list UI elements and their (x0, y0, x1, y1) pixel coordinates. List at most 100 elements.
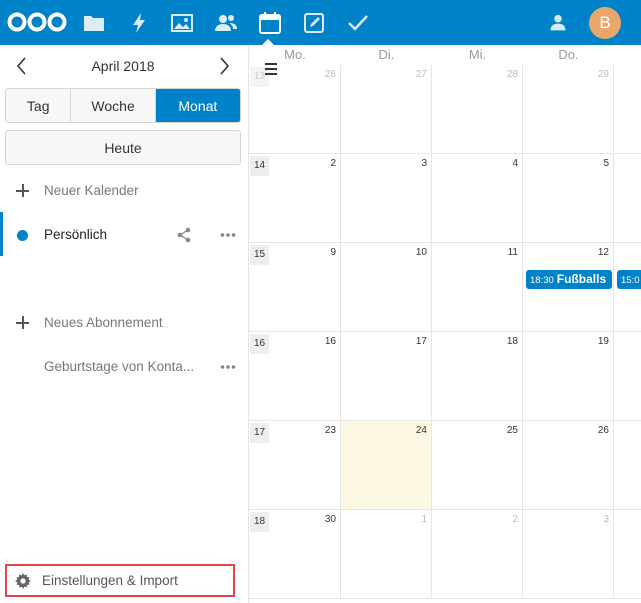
plus-icon (16, 184, 29, 197)
day-cell[interactable]: 2 14 (249, 154, 341, 243)
day-cell[interactable]: 19 (523, 332, 614, 421)
calendar-color-dot[interactable] (17, 230, 28, 241)
day-cell[interactable]: 26 13 (249, 65, 341, 154)
weekday-header: Mi. (468, 47, 487, 62)
new-calendar-button[interactable]: Neuer Kalender (0, 177, 249, 205)
day-number: 26 (597, 425, 609, 436)
contacts-menu-icon[interactable] (548, 12, 568, 32)
day-number: 11 (507, 247, 518, 258)
day-number: 10 (415, 247, 427, 258)
new-subscription-button[interactable]: Neues Abonnement (0, 309, 249, 337)
settings-label: Einstellungen & Import (42, 573, 178, 588)
day-cell[interactable]: 30 18 (249, 510, 341, 599)
files-icon[interactable] (82, 11, 106, 35)
week-number: 16 (250, 334, 269, 354)
next-month-icon[interactable] (214, 55, 234, 77)
tasks-icon[interactable] (346, 11, 370, 35)
month-view: Mo. Di. Mi. Do. 26 13 27 28 29 2 14 3 4 5 9 15 10 11 12 16… (249, 45, 641, 603)
birthday-calendar-label: Geburtstage von Konta... (44, 359, 195, 374)
day-cell[interactable]: 29 (523, 65, 614, 154)
more-options-icon[interactable] (220, 229, 236, 241)
calendar-list-item[interactable]: Persönlich (0, 221, 249, 249)
previous-month-icon[interactable] (12, 55, 32, 77)
day-cell[interactable] (614, 65, 641, 154)
week-number: 18 (250, 512, 269, 532)
activity-icon[interactable] (127, 11, 151, 35)
birthday-calendar-item[interactable]: Geburtstage von Konta... (0, 353, 249, 381)
nextcloud-logo[interactable] (6, 9, 68, 35)
day-cell[interactable]: 2 (432, 510, 523, 599)
day-number: 24 (415, 425, 427, 436)
day-number: 12 (597, 247, 609, 258)
day-cell[interactable]: 27 (341, 65, 432, 154)
day-number: 5 (603, 158, 609, 169)
day-number: 19 (597, 336, 609, 347)
day-number: 3 (603, 514, 609, 525)
day-number: 26 (324, 69, 336, 80)
day-cell[interactable] (614, 332, 641, 421)
day-number: 29 (597, 69, 609, 80)
day-number: 16 (324, 336, 336, 347)
calendar-icon[interactable] (258, 11, 282, 35)
day-number: 18 (506, 336, 518, 347)
day-cell[interactable]: 1 (341, 510, 432, 599)
day-cell[interactable] (614, 154, 641, 243)
month-navigation: April 2018 (0, 53, 249, 79)
day-cell[interactable]: 16 16 (249, 332, 341, 421)
view-day-button[interactable]: Tag (6, 89, 72, 122)
day-number: 28 (506, 69, 518, 80)
app-navigation: April 2018 Tag Woche Monat Heute Neuer K… (0, 45, 249, 603)
weekday-header: Di. (378, 47, 395, 62)
week-number: 14 (250, 156, 269, 176)
day-cell[interactable]: 3 (523, 510, 614, 599)
menu-toggle-icon[interactable] (265, 63, 277, 75)
day-number: 27 (415, 69, 427, 80)
day-number: 30 (324, 514, 336, 525)
day-number: 1 (421, 514, 427, 525)
plus-icon (16, 316, 29, 329)
day-cell[interactable]: 18 (432, 332, 523, 421)
day-number: 4 (512, 158, 518, 169)
current-month-label[interactable]: April 2018 (60, 58, 186, 74)
day-cell[interactable]: 4 (432, 154, 523, 243)
day-cell[interactable]: 11 (432, 243, 523, 332)
new-subscription-label: Neues Abonnement (44, 315, 163, 330)
view-month-button[interactable]: Monat (155, 89, 240, 122)
event-time: 15:0 (621, 275, 640, 286)
day-number: 25 (506, 425, 518, 436)
notes-icon[interactable] (302, 11, 326, 35)
contacts-icon[interactable] (214, 11, 238, 35)
day-cell[interactable]: 24 (341, 421, 432, 510)
calendar-event[interactable]: 18:30 Fußballs (526, 270, 612, 289)
day-cell[interactable]: 9 15 (249, 243, 341, 332)
day-number: 2 (512, 514, 518, 525)
event-title: Fußballs (556, 272, 607, 286)
day-cell[interactable]: 5 (523, 154, 614, 243)
new-calendar-label: Neuer Kalender (44, 183, 139, 198)
day-cell[interactable] (614, 510, 641, 599)
day-cell[interactable]: 17 (341, 332, 432, 421)
share-icon[interactable] (176, 227, 192, 243)
day-cell[interactable]: 23 17 (249, 421, 341, 510)
day-cell[interactable]: 28 (432, 65, 523, 154)
event-time: 18:30 (530, 275, 554, 286)
calendar-name: Persönlich (44, 227, 108, 242)
more-options-icon[interactable] (220, 361, 236, 373)
weekday-header: Mo. (284, 47, 306, 62)
day-number: 2 (330, 158, 336, 169)
day-number: 23 (324, 425, 336, 436)
calendar-event[interactable]: 15:0 (617, 270, 641, 289)
day-cell[interactable] (614, 421, 641, 510)
day-cell[interactable]: 26 (523, 421, 614, 510)
day-cell[interactable]: 3 (341, 154, 432, 243)
avatar[interactable]: B (589, 7, 621, 39)
today-button[interactable]: Heute (5, 130, 241, 165)
week-number: 15 (250, 245, 269, 265)
settings-import-button[interactable]: Einstellungen & Import (5, 564, 235, 597)
gallery-icon[interactable] (170, 11, 194, 35)
day-cell[interactable]: 25 (432, 421, 523, 510)
view-week-button[interactable]: Woche (71, 89, 156, 122)
week-number: 17 (250, 423, 269, 443)
weekday-header: Do. (558, 47, 579, 62)
day-cell[interactable]: 10 (341, 243, 432, 332)
